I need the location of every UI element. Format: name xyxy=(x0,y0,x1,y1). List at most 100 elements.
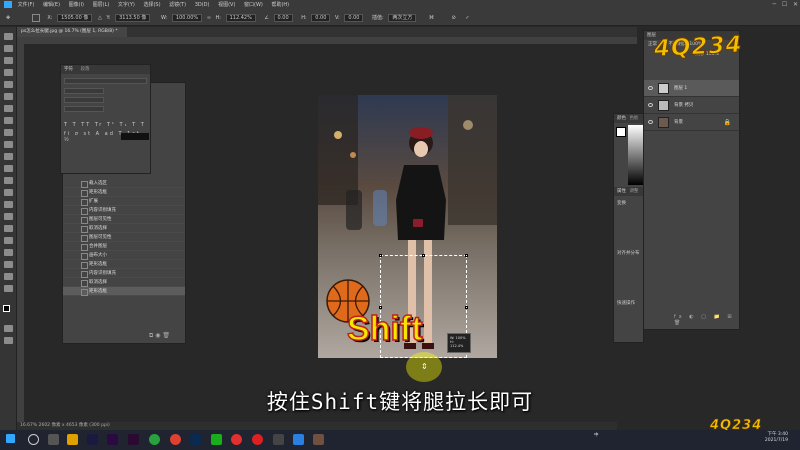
frame-tool-icon[interactable] xyxy=(4,93,13,100)
stamp-tool-icon[interactable] xyxy=(4,141,13,148)
premiere-icon[interactable] xyxy=(87,434,98,445)
type-tool-icon[interactable] xyxy=(4,225,13,232)
history-footer-icons[interactable]: ⧉ ◉ 🗑 xyxy=(149,332,170,340)
windows-start-icon[interactable] xyxy=(6,434,15,443)
layer-row[interactable]: 背景 拷贝 xyxy=(644,97,739,114)
history-item[interactable]: 载入选区 xyxy=(63,179,185,188)
transform-handle[interactable] xyxy=(465,306,468,309)
quick-select-tool-icon[interactable] xyxy=(4,69,13,76)
menu-edit[interactable]: 编辑(E) xyxy=(43,2,60,8)
app-record-icon[interactable] xyxy=(252,434,263,445)
section-transform[interactable]: 变换 xyxy=(614,196,643,210)
gradient-tool-icon[interactable] xyxy=(4,177,13,184)
layer-row[interactable]: 背景 🔒 xyxy=(644,114,739,131)
history-item[interactable]: 内容识别填充 xyxy=(63,269,185,278)
font-family-select[interactable] xyxy=(64,78,147,84)
document-tab[interactable]: ps怎么拉长腿.jpg @ 16.7% (图层 1, RGB/8) * xyxy=(17,27,127,37)
color-picker-field[interactable] xyxy=(628,125,643,185)
text-style-buttons[interactable]: T T TT Tr T¹ T₁ T T xyxy=(64,122,147,128)
hand-tool-icon[interactable] xyxy=(4,261,13,268)
menu-filter[interactable]: 滤镜(T) xyxy=(169,2,186,8)
w-field[interactable]: 100.00% xyxy=(171,13,203,22)
transform-handle[interactable] xyxy=(422,254,425,257)
y-field[interactable]: 3113.50 像 xyxy=(115,13,151,22)
history-item[interactable]: 矩形选框 xyxy=(63,188,185,197)
kerning-field[interactable] xyxy=(64,97,104,103)
tab-color[interactable]: 颜色 xyxy=(617,116,626,121)
font-size-field[interactable] xyxy=(64,88,104,94)
section-align[interactable]: 对齐并分布 xyxy=(614,210,643,260)
transform-handle[interactable] xyxy=(379,254,382,257)
lasso-tool-icon[interactable] xyxy=(4,57,13,64)
search-icon[interactable] xyxy=(28,434,39,445)
path-select-tool-icon[interactable] xyxy=(4,237,13,244)
interpolation-select[interactable]: 两次立方 xyxy=(388,13,417,22)
file-explorer-icon[interactable] xyxy=(67,434,78,445)
screen-mode-icon[interactable] xyxy=(4,337,13,344)
menu-view[interactable]: 视图(V) xyxy=(218,2,235,8)
history-item[interactable]: 内容识别填充 xyxy=(63,206,185,215)
layer-row[interactable]: 图层 1 xyxy=(644,80,739,97)
fg-swatch[interactable] xyxy=(616,127,626,137)
pen-tool-icon[interactable] xyxy=(4,213,13,220)
eraser-tool-icon[interactable] xyxy=(4,165,13,172)
angle-field[interactable]: 0.00 xyxy=(273,13,293,22)
app-blue-icon[interactable] xyxy=(293,434,304,445)
menu-type[interactable]: 文字(Y) xyxy=(118,2,135,8)
section-quick-actions[interactable]: 快速操作 xyxy=(614,260,643,310)
text-color-swatch[interactable] xyxy=(121,133,149,140)
blur-tool-icon[interactable] xyxy=(4,189,13,196)
menu-select[interactable]: 选择(S) xyxy=(143,2,160,8)
more-tools-icon[interactable] xyxy=(4,285,13,292)
eye-icon[interactable] xyxy=(648,120,653,124)
zoom-tool-icon[interactable] xyxy=(4,273,13,280)
foreground-color-swatch[interactable] xyxy=(3,305,10,312)
eye-icon[interactable] xyxy=(648,103,653,107)
history-item[interactable]: 取消选择 xyxy=(63,278,185,287)
menu-window[interactable]: 窗口(W) xyxy=(244,2,263,8)
history-item[interactable]: 合并图层 xyxy=(63,242,185,251)
menu-help[interactable]: 帮助(H) xyxy=(271,2,289,8)
clock[interactable]: 下午 3:40 2021/7/19 xyxy=(710,432,788,444)
marquee-tool-icon[interactable] xyxy=(4,45,13,52)
after-effects-icon[interactable] xyxy=(107,434,118,445)
layers-footer-icons[interactable]: fx ◐ ▢ 📁 ⊞ 🗑 xyxy=(674,314,739,326)
menu-file[interactable]: 文件(F) xyxy=(18,2,35,8)
tab-paragraph[interactable]: 段落 xyxy=(80,67,89,72)
transform-handle[interactable] xyxy=(465,254,468,257)
menu-layer[interactable]: 图层(L) xyxy=(93,2,110,8)
move-tool-icon[interactable]: ✥ xyxy=(6,15,10,21)
menu-image[interactable]: 图像(I) xyxy=(69,2,84,8)
dodge-tool-icon[interactable] xyxy=(4,201,13,208)
history-brush-tool-icon[interactable] xyxy=(4,153,13,160)
app-icon-2[interactable] xyxy=(273,434,284,445)
skew-h-field[interactable]: 0.00 xyxy=(311,13,331,22)
healing-tool-icon[interactable] xyxy=(4,117,13,124)
close-icon[interactable]: ✕ xyxy=(793,1,798,8)
wechat-icon[interactable] xyxy=(211,434,222,445)
tab-swatches[interactable]: 色板 xyxy=(629,116,638,121)
commit-transform-icon[interactable]: ✓ xyxy=(465,15,469,21)
cancel-transform-icon[interactable]: ⊘ xyxy=(452,15,456,21)
app-icon[interactable] xyxy=(128,434,139,445)
task-view-icon[interactable] xyxy=(48,434,59,445)
history-item[interactable]: 矩形选框 xyxy=(63,260,185,269)
menu-3d[interactable]: 3D(D) xyxy=(195,2,210,8)
history-item-active[interactable]: 矩形选框 xyxy=(63,287,185,296)
crop-tool-icon[interactable] xyxy=(4,81,13,88)
shape-tool-icon[interactable] xyxy=(4,249,13,256)
photoshop-taskbar-icon[interactable] xyxy=(190,434,201,445)
history-item[interactable]: 画布大小 xyxy=(63,251,185,260)
scale-field[interactable] xyxy=(64,106,104,112)
delta-icon[interactable]: △ xyxy=(98,15,102,21)
history-item[interactable]: 扩展 xyxy=(63,197,185,206)
history-item[interactable]: 图层可见性 xyxy=(63,215,185,224)
eye-icon[interactable] xyxy=(648,86,653,90)
app-green-icon[interactable] xyxy=(149,434,160,445)
x-field[interactable]: 1505.00 像 xyxy=(57,13,93,22)
skew-v-field[interactable]: 0.00 xyxy=(344,13,364,22)
eyedropper-tool-icon[interactable] xyxy=(4,105,13,112)
history-item[interactable]: 图层可见性 xyxy=(63,233,185,242)
tab-properties[interactable]: 属性 xyxy=(617,189,626,194)
brush-tool-icon[interactable] xyxy=(4,129,13,136)
